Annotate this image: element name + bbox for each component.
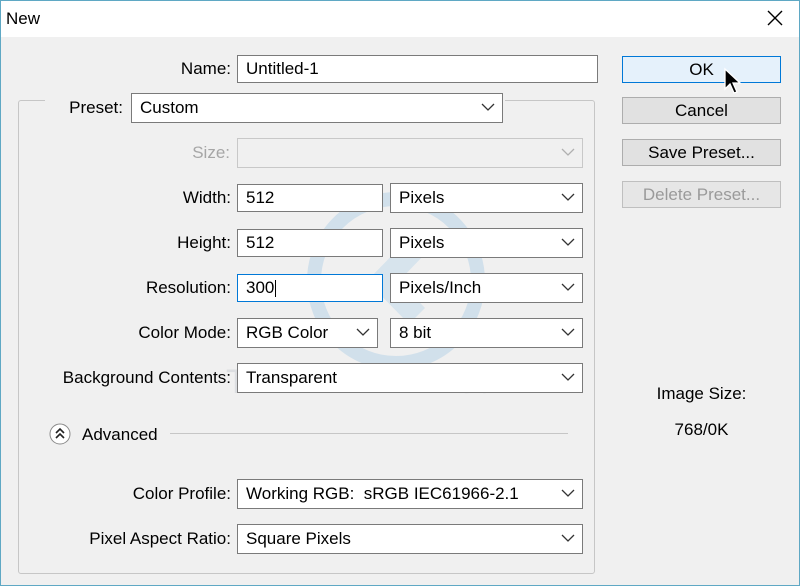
resolution-label: Resolution:	[145, 278, 231, 297]
resolution-input[interactable]: 300	[237, 274, 383, 302]
chevron-down-icon	[356, 328, 370, 336]
chevron-down-icon	[561, 148, 575, 156]
pixel-aspect-ratio-value: Square Pixels	[246, 529, 351, 548]
color-profile-value: Working RGB: sRGB IEC61966-2.1	[246, 484, 519, 503]
chevron-down-icon	[561, 283, 575, 291]
chevron-down-icon	[561, 238, 575, 246]
bit-depth-select[interactable]: 8 bit	[390, 318, 583, 348]
size-label: Size:	[192, 143, 230, 162]
color-mode-select[interactable]: RGB Color	[237, 318, 378, 348]
chevron-down-icon	[561, 373, 575, 381]
cancel-button[interactable]: Cancel	[622, 97, 781, 124]
width-unit-value: Pixels	[399, 188, 445, 207]
text-caret	[275, 280, 277, 298]
width-unit-select[interactable]: Pixels	[390, 183, 583, 213]
close-icon[interactable]	[759, 5, 791, 33]
color-profile-label: Color Profile:	[132, 484, 231, 503]
advanced-label[interactable]: Advanced	[82, 425, 158, 445]
image-size-label: Image Size:	[656, 384, 747, 403]
preset-label: Preset:	[69, 98, 123, 117]
height-label: Height:	[177, 233, 231, 252]
height-unit-select[interactable]: Pixels	[390, 228, 583, 258]
collapse-advanced-icon[interactable]	[49, 423, 71, 445]
save-preset-button[interactable]: Save Preset...	[622, 139, 781, 166]
bit-depth-value: 8 bit	[399, 323, 432, 342]
pixel-aspect-ratio-select[interactable]: Square Pixels	[237, 524, 583, 554]
new-document-dialog: New TAKANDHA.net Name: Untitled-1 Preset…	[0, 0, 800, 586]
color-mode-label: Color Mode:	[138, 323, 231, 342]
resolution-value: 300	[246, 278, 275, 297]
color-mode-value: RGB Color	[246, 323, 329, 342]
background-contents-label: Background Contents:	[62, 368, 231, 387]
height-input[interactable]: 512	[237, 229, 383, 257]
resolution-unit-value: Pixels/Inch	[399, 278, 482, 297]
chevron-down-icon	[481, 103, 495, 111]
mouse-pointer-icon	[724, 67, 742, 94]
chevron-down-icon	[561, 193, 575, 201]
width-label: Width:	[182, 188, 231, 207]
ok-button[interactable]: OK	[622, 56, 781, 83]
size-select	[237, 138, 583, 168]
name-label: Name:	[180, 59, 231, 78]
chevron-down-icon	[561, 489, 575, 497]
height-unit-value: Pixels	[399, 233, 445, 252]
color-profile-select[interactable]: Working RGB: sRGB IEC61966-2.1	[237, 479, 583, 509]
resolution-unit-select[interactable]: Pixels/Inch	[390, 273, 583, 303]
image-size-value: 768/0K	[674, 420, 729, 439]
preset-value: Custom	[140, 98, 199, 117]
background-contents-value: Transparent	[246, 368, 338, 387]
delete-preset-button: Delete Preset...	[622, 181, 781, 208]
pixel-aspect-ratio-label: Pixel Aspect Ratio:	[89, 529, 231, 548]
advanced-divider	[170, 433, 568, 434]
title-bar[interactable]: New	[1, 1, 799, 37]
preset-select[interactable]: Custom	[131, 93, 503, 123]
name-input[interactable]: Untitled-1	[237, 55, 598, 83]
chevron-down-icon	[561, 534, 575, 542]
chevron-down-icon	[561, 328, 575, 336]
background-contents-select[interactable]: Transparent	[237, 363, 583, 393]
width-input[interactable]: 512	[237, 184, 383, 212]
dialog-title: New	[6, 9, 41, 28]
